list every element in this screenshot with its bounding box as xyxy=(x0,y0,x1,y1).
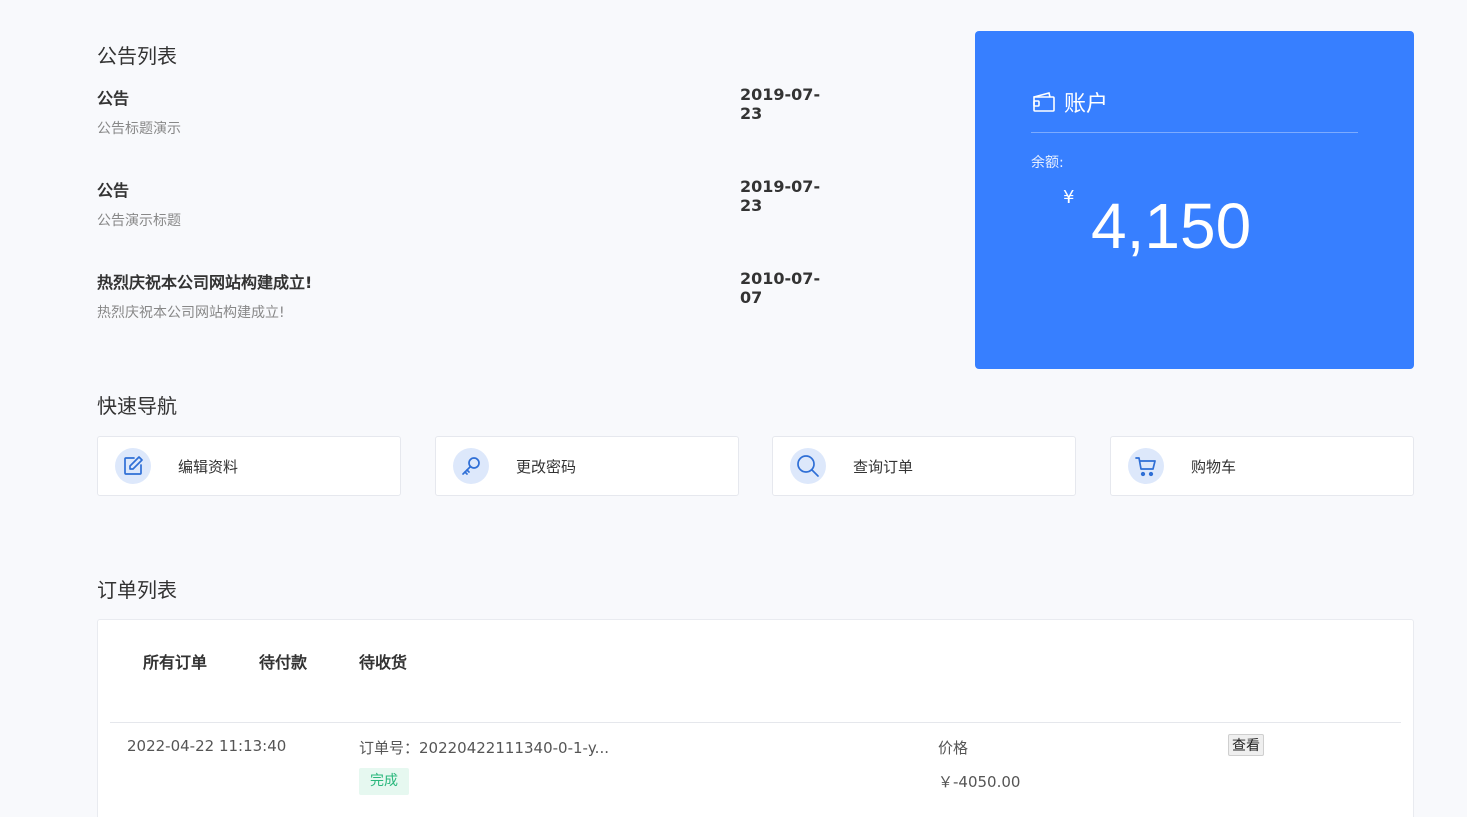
nav-label: 购物车 xyxy=(1191,457,1237,476)
nav-label: 编辑资料 xyxy=(178,457,239,476)
account-divider xyxy=(1031,132,1358,133)
balance-value: 4,150 xyxy=(1091,190,1252,262)
order-number: 订单号：20220422111340-0-1-y... xyxy=(359,739,609,757)
order-time: 2022-04-22 11:13:40 xyxy=(127,737,287,755)
notice-list: 公告 公告标题演示 2019-07-23 公告 公告演示标题 2019-07-2… xyxy=(97,85,837,361)
notice-date: 2019-07-23 xyxy=(740,177,821,215)
notice-item[interactable]: 公告 公告标题演示 2019-07-23 xyxy=(97,85,837,177)
orders-title: 订单列表 xyxy=(97,578,177,602)
price-label: 价格 xyxy=(938,739,969,757)
order-tabs: 所有订单 待付款 待收货 xyxy=(143,649,459,673)
notice-date: 2019-07-23 xyxy=(740,85,821,123)
notice-item[interactable]: 公告 公告演示标题 2019-07-23 xyxy=(97,177,837,269)
notice-item[interactable]: 热烈庆祝本公司网站构建成立! 热烈庆祝本公司网站构建成立! 2010-07-07 xyxy=(97,269,837,361)
nav-edit-profile[interactable]: 编辑资料 xyxy=(97,436,401,496)
account-title: 账户 xyxy=(1064,92,1109,117)
notice-date: 2010-07-07 xyxy=(740,269,821,307)
tab-all-orders[interactable]: 所有订单 xyxy=(143,649,207,673)
tab-pending-payment[interactable]: 待付款 xyxy=(259,649,307,673)
search-icon xyxy=(790,448,826,484)
notice-title[interactable]: 公告 xyxy=(97,85,129,109)
notice-title[interactable]: 公告 xyxy=(97,177,129,201)
nav-change-password[interactable]: 更改密码 xyxy=(435,436,739,496)
nav-label: 更改密码 xyxy=(516,457,577,476)
balance-label: 余额: xyxy=(1031,155,1064,171)
currency-symbol: ¥ xyxy=(1063,187,1075,208)
nav-query-orders[interactable]: 查询订单 xyxy=(772,436,1076,496)
nav-label: 查询订单 xyxy=(853,457,914,476)
key-icon xyxy=(453,448,489,484)
nav-shopping-cart[interactable]: 购物车 xyxy=(1110,436,1414,496)
notice-desc: 热烈庆祝本公司网站构建成立! xyxy=(97,305,285,321)
notice-section-title: 公告列表 xyxy=(97,44,177,68)
tab-pending-receipt[interactable]: 待收货 xyxy=(359,649,407,673)
edit-icon xyxy=(115,448,151,484)
notice-desc: 公告演示标题 xyxy=(97,213,181,229)
view-order-button[interactable]: 查看 xyxy=(1228,734,1264,756)
orders-panel: 所有订单 待付款 待收货 2022-04-22 11:13:40 订单号：202… xyxy=(97,619,1414,817)
notice-section: 公告列表 公告 公告标题演示 2019-07-23 公告 公告演示标题 2019… xyxy=(97,40,837,361)
account-header: 账户 xyxy=(1031,86,1108,118)
price-value: ￥-4050.00 xyxy=(938,773,1021,791)
quicknav-title: 快速导航 xyxy=(97,394,177,418)
notice-desc: 公告标题演示 xyxy=(97,121,181,137)
status-badge: 完成 xyxy=(359,768,409,795)
notice-title[interactable]: 热烈庆祝本公司网站构建成立! xyxy=(97,269,312,293)
account-card: 账户 余额: ¥ 4,150 xyxy=(975,31,1414,369)
wallet-icon xyxy=(1031,90,1057,114)
member-center-page: 公告列表 公告 公告标题演示 2019-07-23 公告 公告演示标题 2019… xyxy=(0,0,1467,817)
cart-icon xyxy=(1128,448,1164,484)
order-row: 2022-04-22 11:13:40 订单号：20220422111340-0… xyxy=(98,723,1413,817)
